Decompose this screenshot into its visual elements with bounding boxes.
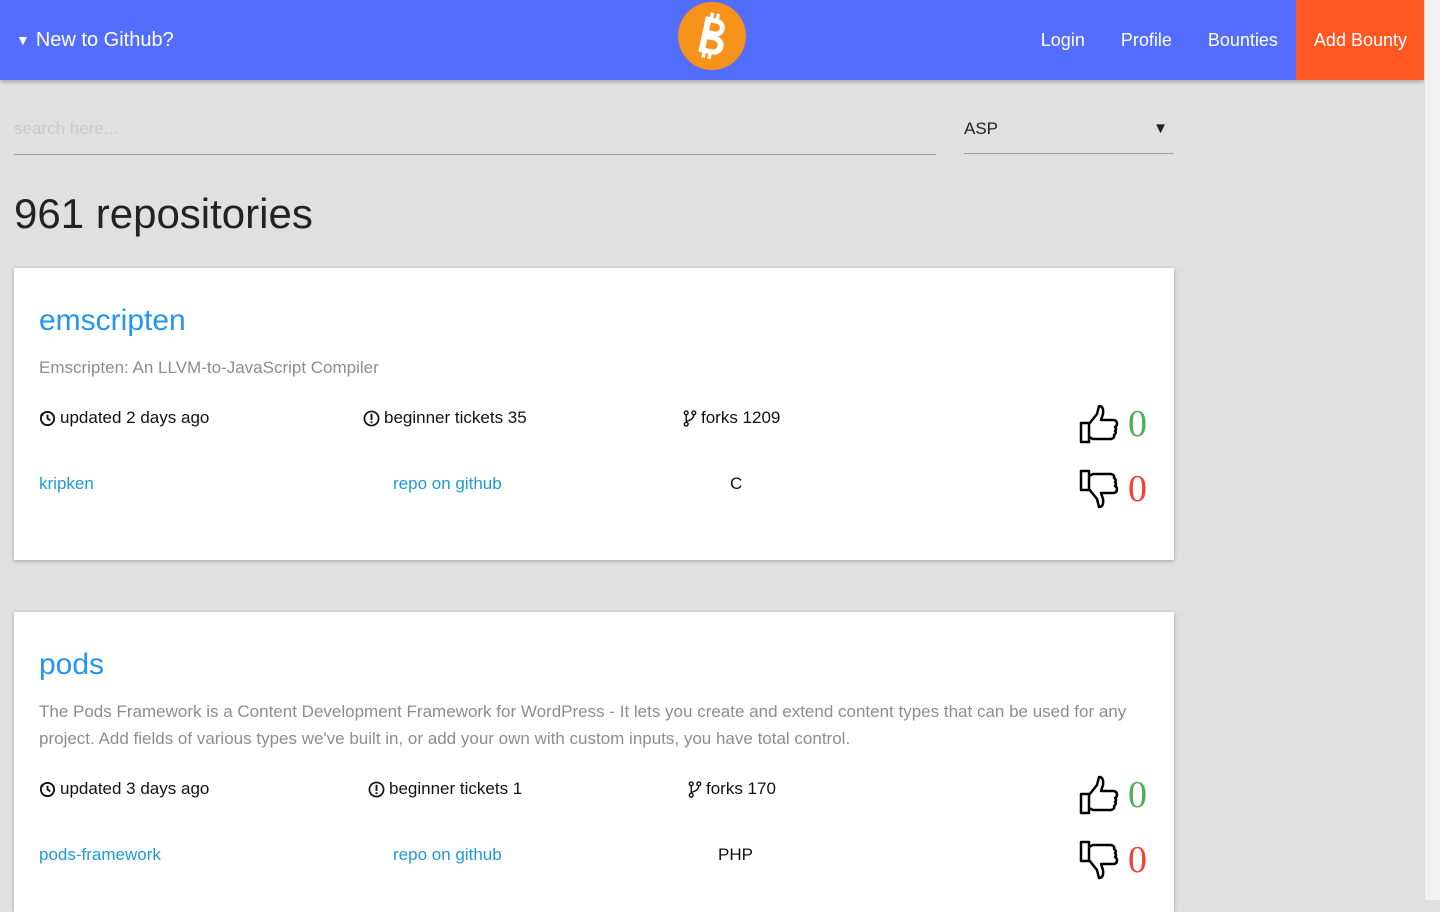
repo-tickets-text: beginner tickets 1 [389,779,523,798]
language-select[interactable]: ASP ▼ [964,104,1174,154]
repo-description: The Pods Framework is a Content Developm… [39,702,1127,748]
bitcoin-logo-icon[interactable] [678,2,746,70]
repo-tickets-text: beginner tickets 35 [384,408,527,427]
bounties-link[interactable]: Bounties [1190,0,1296,80]
downvote-count: 0 [1128,468,1147,510]
upvote-button[interactable]: 0 [1078,773,1147,817]
repo-updated: updated 3 days ago [39,779,209,799]
repo-forks-text: forks 170 [706,779,776,798]
downvote-button[interactable]: 0 [1078,838,1147,882]
repo-name-link[interactable]: emscripten [39,304,186,338]
repository-count-title: 961 repositories [14,190,313,237]
repo-card: pods The Pods Framework is a Content Dev… [14,612,1174,912]
language-select-value: ASP [964,118,999,138]
caret-down-icon: ▼ [16,32,30,48]
new-to-github-menu[interactable]: ▼ New to Github? [16,0,174,80]
top-nav: ▼ New to Github? Login Profile Bounties … [0,0,1425,80]
repo-updated-text: updated 3 days ago [60,779,210,798]
downvote-button[interactable]: 0 [1078,467,1147,511]
repo-name-link[interactable]: pods [39,648,104,682]
repo-language: PHP [718,845,753,864]
thumbs-up-icon [1079,404,1119,444]
thumbs-down-icon [1079,469,1119,509]
upvote-button[interactable]: 0 [1078,402,1147,446]
downvote-count: 0 [1128,839,1147,881]
repo-updated-text: updated 2 days ago [60,408,210,427]
fork-icon [683,409,697,427]
upvote-count: 0 [1128,403,1147,445]
thumbs-up-icon [1079,775,1119,815]
repo-on-github-link[interactable]: repo on github [393,474,502,494]
profile-link[interactable]: Profile [1103,0,1190,80]
thumbs-down-icon [1079,840,1119,880]
upvote-count: 0 [1128,774,1147,816]
fork-icon [688,780,702,798]
repo-description: Emscripten: An LLVM-to-JavaScript Compil… [39,358,379,377]
alert-circle-icon [363,410,380,426]
alert-circle-icon [368,781,385,797]
repo-on-github-link[interactable]: repo on github [393,845,502,865]
search-input[interactable] [14,104,936,155]
new-to-github-label: New to Github? [35,28,174,51]
page-scrollbar[interactable] [1424,0,1440,900]
add-bounty-button[interactable]: Add Bounty [1295,0,1425,80]
repo-forks: forks 170 [688,779,776,799]
repo-owner-link[interactable]: pods-framework [39,845,161,865]
nav-links: Login Profile Bounties Add Bounty [1023,0,1425,80]
repo-forks: forks 1209 [683,408,780,428]
repo-language: C [730,474,743,493]
repo-owner-link[interactable]: kripken [39,474,94,494]
repo-tickets: beginner tickets 1 [368,779,522,799]
repo-tickets: beginner tickets 35 [363,408,527,428]
history-icon [39,781,56,797]
repo-forks-text: forks 1209 [701,408,781,427]
login-link[interactable]: Login [1023,0,1103,80]
history-icon [39,410,56,426]
dropdown-arrow-icon: ▼ [1153,120,1168,137]
repo-updated: updated 2 days ago [39,408,209,428]
repo-card: emscripten Emscripten: An LLVM-to-JavaSc… [14,268,1174,560]
